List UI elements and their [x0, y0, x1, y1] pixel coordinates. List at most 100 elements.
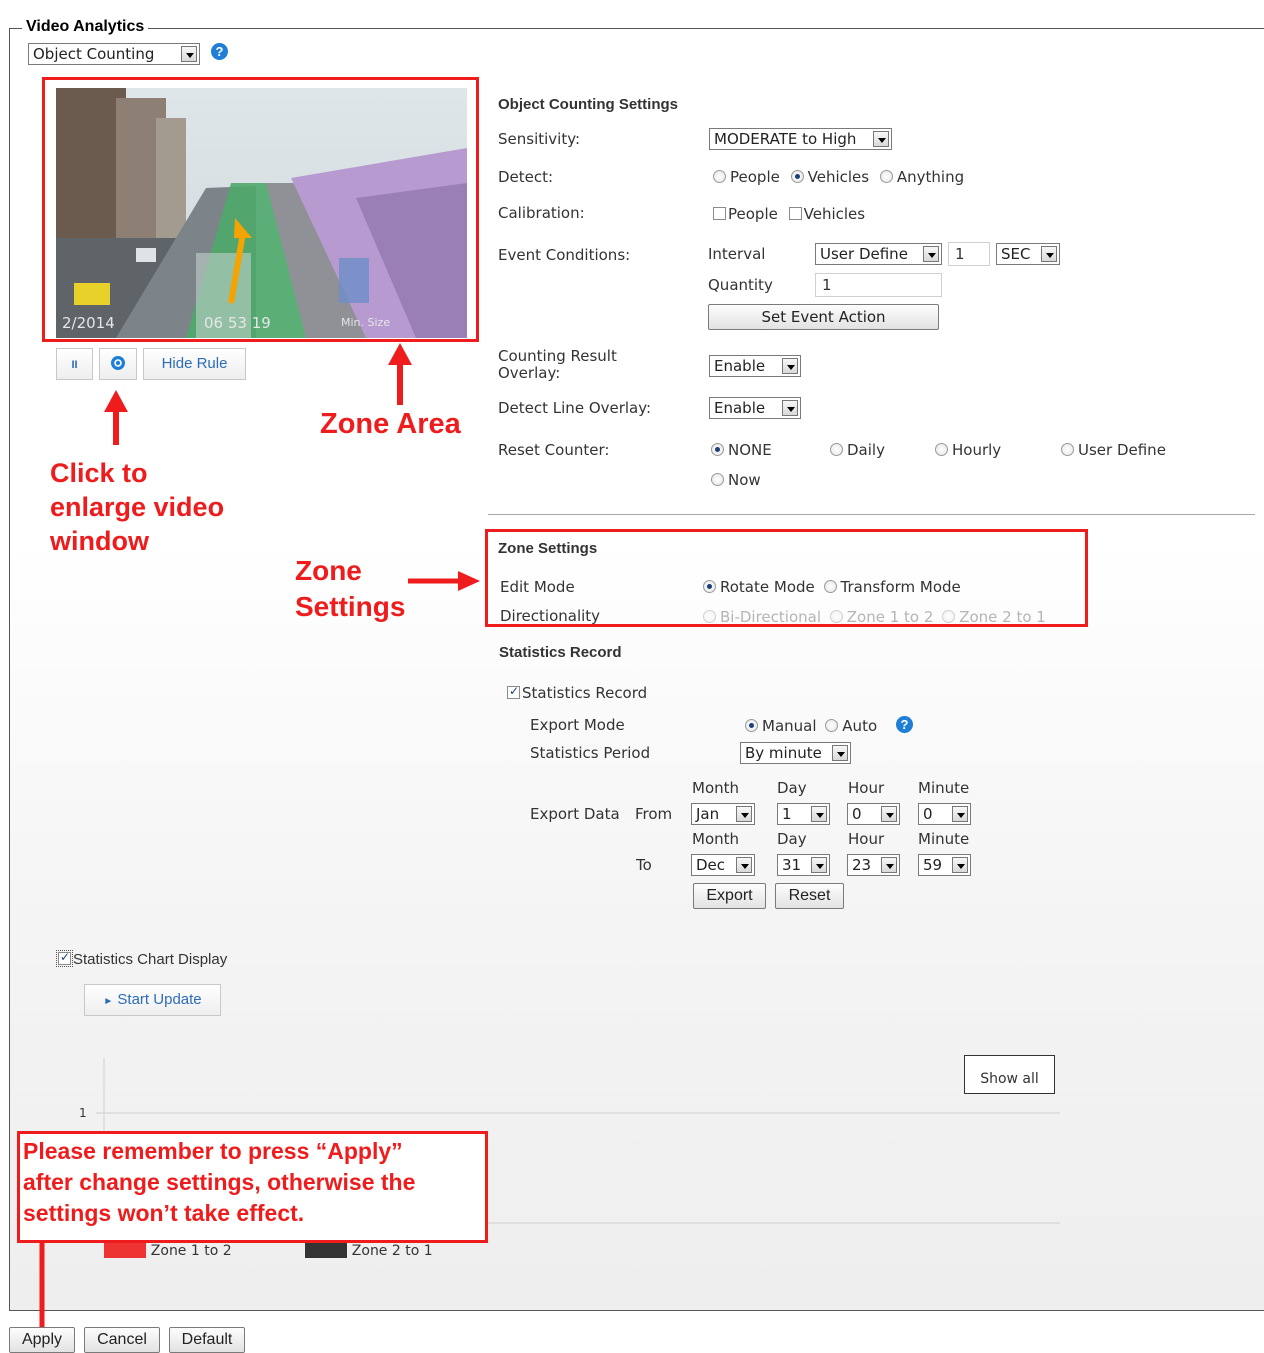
- detect-line-overlay-select[interactable]: Enable: [709, 397, 801, 419]
- from-hour-select[interactable]: 0: [847, 803, 900, 825]
- to-day-header: Day: [777, 830, 807, 848]
- directionality-options: Bi-Directional Zone 1 to 2 Zone 2 to 1: [703, 608, 1046, 626]
- calibration-options: People Vehicles: [713, 205, 865, 223]
- set-event-action-button[interactable]: Set Event Action: [708, 304, 939, 330]
- to-month-select[interactable]: Dec: [691, 854, 755, 876]
- chevron-down-icon: [952, 806, 968, 822]
- to-day-select[interactable]: 31: [777, 854, 830, 876]
- edit-mode-options: Rotate Mode Transform Mode: [703, 578, 961, 596]
- section-divider: [488, 514, 1255, 515]
- to-minute-value: 59: [923, 856, 943, 874]
- to-minute-header: Minute: [918, 830, 970, 848]
- reset-user-define-radio[interactable]: User Define: [1061, 441, 1166, 459]
- chevron-down-icon: [881, 806, 897, 822]
- export-button[interactable]: Export: [693, 883, 766, 909]
- from-month-value: Jan: [696, 805, 720, 823]
- zone-1-to-2-radio[interactable]: Zone 1 to 2: [829, 608, 933, 626]
- statistics-chart-display-checkbox[interactable]: Statistics Chart Display: [56, 950, 227, 968]
- sensitivity-value: MODERATE to High: [714, 130, 857, 148]
- enlarge-annotation: Click to enlarge video window: [50, 458, 225, 556]
- detect-options: People Vehicles Anything: [713, 168, 964, 186]
- calibration-vehicles-checkbox[interactable]: Vehicles: [788, 205, 865, 223]
- chevron-down-icon: [782, 358, 798, 374]
- cancel-button[interactable]: Cancel: [84, 1327, 160, 1353]
- from-minute-header: Minute: [918, 779, 970, 797]
- chevron-down-icon: [873, 131, 889, 147]
- apply-reminder-annotation: Please remember to press “Apply” after c…: [17, 1131, 488, 1243]
- sensitivity-select[interactable]: MODERATE to High: [709, 128, 892, 150]
- legend-label-zone-1-to-2: Zone 1 to 2: [150, 1243, 232, 1259]
- legend-swatch-dark: [305, 1241, 347, 1258]
- chevron-down-icon: [736, 806, 752, 822]
- interval-value-input[interactable]: 1: [948, 242, 990, 266]
- start-update-label: Start Update: [117, 991, 202, 1008]
- reset-none-radio[interactable]: NONE: [711, 441, 772, 459]
- zone-2-to-1-radio[interactable]: Zone 2 to 1: [942, 608, 1046, 626]
- export-help-icon[interactable]: ?: [896, 716, 913, 733]
- transform-mode-radio[interactable]: Transform Mode: [823, 578, 961, 596]
- reset-button[interactable]: Reset: [775, 883, 844, 909]
- edit-mode-label: Edit Mode: [500, 578, 575, 596]
- detect-line-overlay-value: Enable: [714, 399, 766, 417]
- interval-mode-value: User Define: [820, 245, 908, 263]
- to-month-value: Dec: [696, 856, 726, 874]
- statistics-record-checkbox[interactable]: Statistics Record: [507, 684, 647, 702]
- interval-unit-select[interactable]: SEC: [996, 243, 1060, 265]
- to-minute-select[interactable]: 59: [918, 854, 971, 876]
- legend-swatch-red: [104, 1241, 146, 1258]
- statistics-period-select[interactable]: By minute: [740, 742, 851, 764]
- from-minute-value: 0: [923, 805, 933, 823]
- from-day-value: 1: [782, 805, 792, 823]
- statistics-period-label: Statistics Period: [530, 744, 651, 762]
- rotate-mode-radio[interactable]: Rotate Mode: [703, 578, 815, 596]
- from-month-select[interactable]: Jan: [691, 803, 755, 825]
- interval-label: Interval: [708, 245, 766, 263]
- start-update-button[interactable]: ► Start Update: [84, 984, 221, 1016]
- play-icon: ►: [103, 996, 114, 1007]
- from-hour-value: 0: [852, 805, 862, 823]
- zone-area-annotation: Zone Area: [320, 408, 461, 440]
- calibration-people-checkbox[interactable]: People: [713, 205, 778, 223]
- from-hour-header: Hour: [848, 779, 885, 797]
- from-day-select[interactable]: 1: [777, 803, 830, 825]
- export-manual-radio[interactable]: Manual: [745, 717, 817, 735]
- chevron-down-icon: [736, 857, 752, 873]
- to-label: To: [636, 856, 652, 874]
- export-data-label: Export Data: [530, 805, 620, 823]
- zone-settings-annotation: Zone Settings: [295, 555, 406, 622]
- detect-anything-radio[interactable]: Anything: [879, 168, 964, 186]
- chevron-down-icon: [923, 246, 939, 262]
- chevron-down-icon: [832, 745, 848, 761]
- calibration-label: Calibration:: [498, 204, 585, 222]
- to-hour-value: 23: [852, 856, 872, 874]
- from-day-header: Day: [777, 779, 807, 797]
- from-month-header: Month: [692, 779, 740, 797]
- from-minute-select[interactable]: 0: [918, 803, 971, 825]
- legend-zone-2-to-1[interactable]: Zone 2 to 1: [305, 1241, 433, 1259]
- chevron-down-icon: [782, 400, 798, 416]
- interval-mode-select[interactable]: User Define: [815, 243, 942, 265]
- chevron-down-icon: [811, 857, 827, 873]
- statistics-period-value: By minute: [745, 744, 822, 762]
- show-all-button[interactable]: Show all: [964, 1055, 1055, 1094]
- detect-vehicles-radio[interactable]: Vehicles: [790, 168, 869, 186]
- detect-people-radio[interactable]: People: [713, 168, 780, 186]
- legend-zone-1-to-2[interactable]: Zone 1 to 2: [104, 1241, 232, 1259]
- sensitivity-label: Sensitivity:: [498, 130, 581, 148]
- quantity-input[interactable]: 1: [815, 273, 942, 297]
- reset-now-radio[interactable]: Now: [711, 471, 761, 489]
- counting-overlay-value: Enable: [714, 357, 766, 375]
- apply-button[interactable]: Apply: [9, 1327, 75, 1353]
- detect-label: Detect:: [498, 168, 554, 186]
- counting-overlay-select[interactable]: Enable: [709, 355, 801, 377]
- default-button[interactable]: Default: [169, 1327, 245, 1353]
- zone-settings-title: Zone Settings: [498, 540, 598, 557]
- bi-directional-radio[interactable]: Bi-Directional: [703, 608, 821, 626]
- export-mode-label: Export Mode: [530, 716, 625, 734]
- reset-counter-label: Reset Counter:: [498, 441, 610, 459]
- to-hour-select[interactable]: 23: [847, 854, 900, 876]
- reset-hourly-radio[interactable]: Hourly: [935, 441, 1001, 459]
- export-auto-radio[interactable]: Auto: [825, 717, 877, 735]
- chevron-down-icon: [811, 806, 827, 822]
- reset-daily-radio[interactable]: Daily: [830, 441, 885, 459]
